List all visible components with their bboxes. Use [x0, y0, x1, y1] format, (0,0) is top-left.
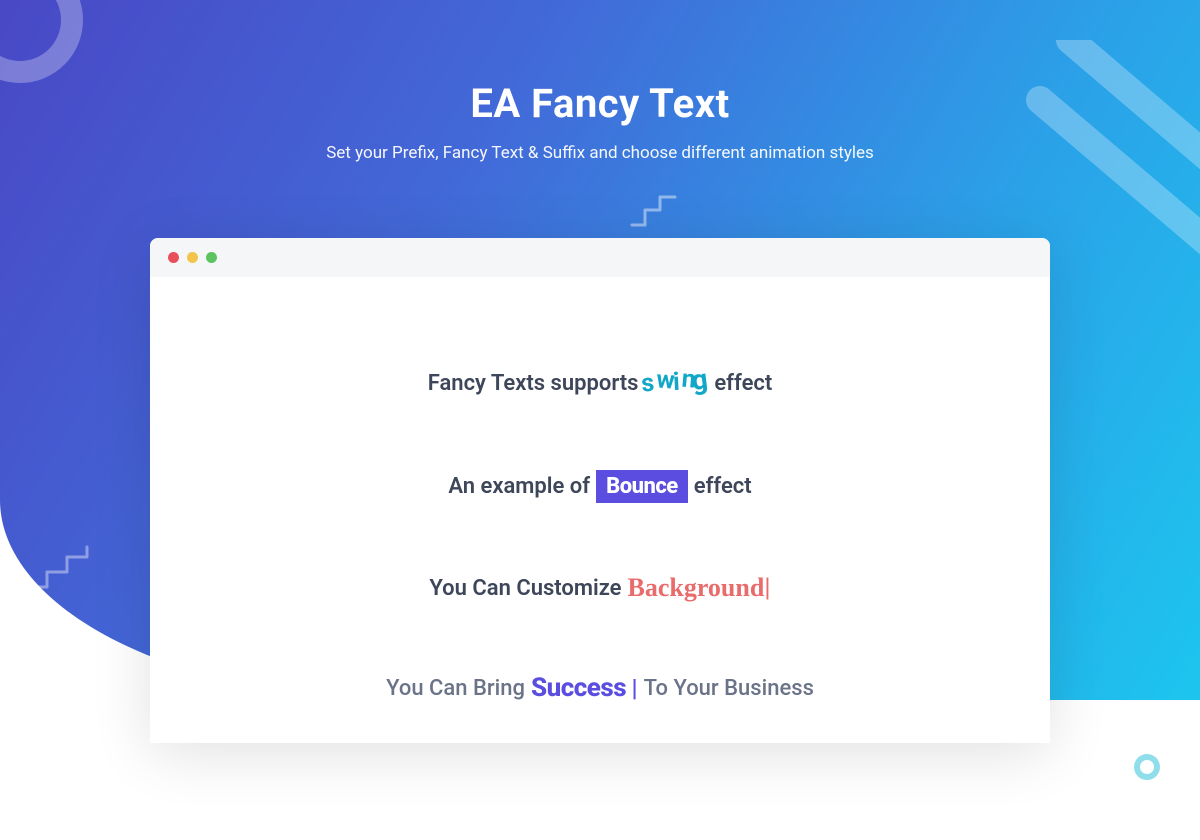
- fancy-swing-word: swing: [643, 367, 711, 400]
- decoration-small-circle-icon: [1134, 754, 1160, 780]
- example-bounce: An example of Bounce effect: [190, 470, 1010, 503]
- page-title: EA Fancy Text: [0, 80, 1200, 127]
- example-swing: Fancy Texts supports swing effect: [190, 367, 1010, 400]
- fancy-bounce-word: Bounce: [596, 470, 688, 503]
- prefix-text: An example of: [448, 474, 590, 499]
- fancy-success-word: Success: [531, 673, 626, 703]
- prefix-text: You Can Bring: [386, 676, 525, 701]
- examples-panel: Fancy Texts supports swing effect An exa…: [150, 277, 1050, 743]
- page-header: EA Fancy Text Set your Prefix, Fancy Tex…: [0, 0, 1200, 163]
- traffic-light-close-icon: [168, 252, 179, 263]
- decoration-zigzag-left-icon: [25, 545, 115, 604]
- cursor-icon: |: [764, 573, 770, 603]
- browser-chrome: [150, 238, 1050, 277]
- decoration-zigzag-icon: [630, 195, 690, 239]
- example-background: You Can Customize Background|: [190, 573, 1010, 603]
- browser-window: Fancy Texts supports swing effect An exa…: [150, 238, 1050, 743]
- prefix-text: You Can Customize: [429, 576, 621, 601]
- traffic-light-maximize-icon: [206, 252, 217, 263]
- cursor-icon: |: [632, 674, 638, 702]
- fancy-background-word: Background: [628, 573, 765, 603]
- suffix-text: To Your Business: [644, 676, 814, 701]
- traffic-light-minimize-icon: [187, 252, 198, 263]
- suffix-text: effect: [694, 474, 752, 499]
- example-success: You Can Bring Success | To Your Business: [190, 673, 1010, 703]
- prefix-text: Fancy Texts supports: [428, 371, 639, 396]
- suffix-text: effect: [714, 371, 772, 396]
- page-subtitle: Set your Prefix, Fancy Text & Suffix and…: [0, 143, 1200, 163]
